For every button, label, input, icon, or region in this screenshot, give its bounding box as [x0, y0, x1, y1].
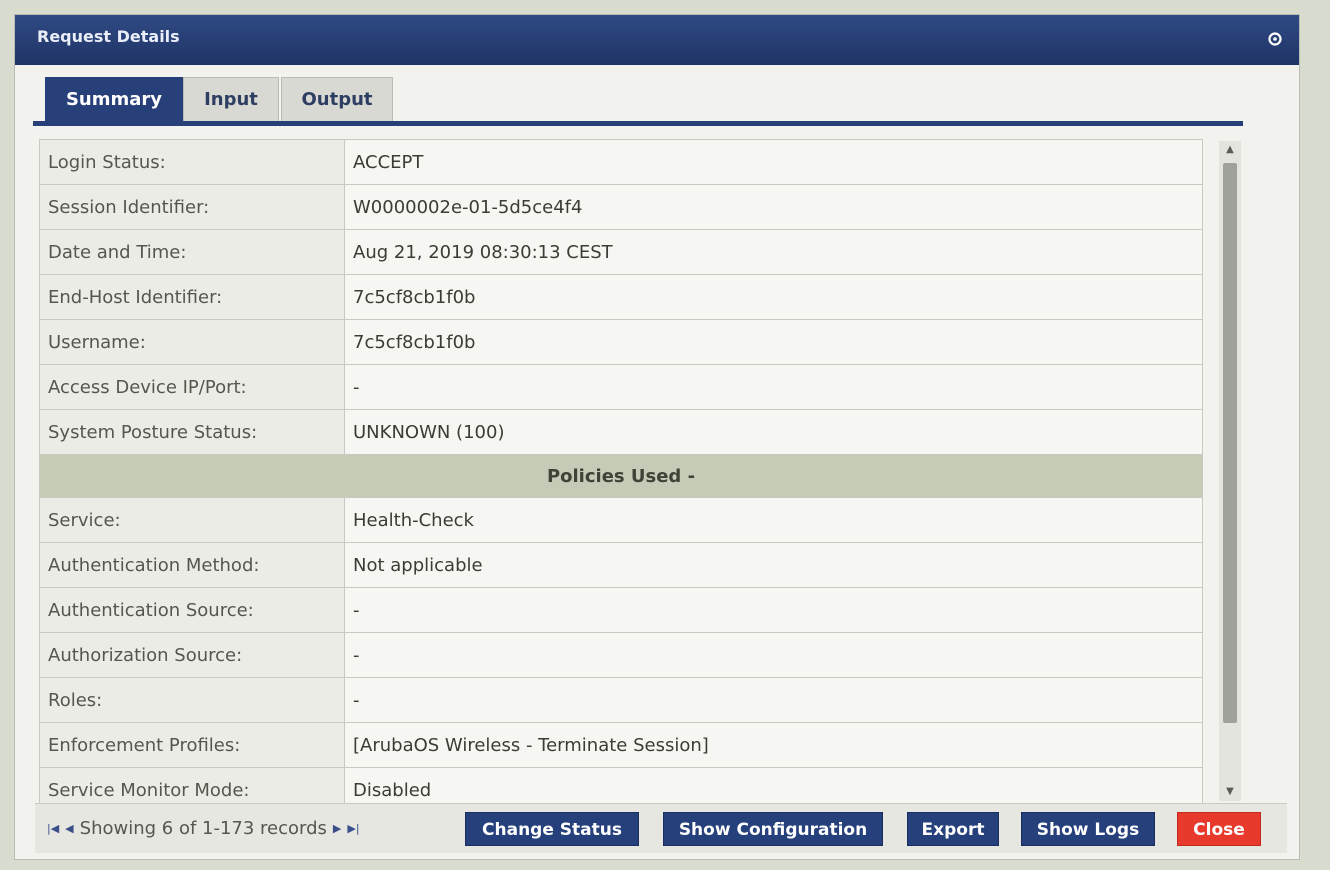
policies-section-header-row: Policies Used -	[40, 454, 1202, 498]
table-row: Enforcement Profiles: [ArubaOS Wireless …	[40, 722, 1202, 768]
table-row: End-Host Identifier: 7c5cf8cb1f0b	[40, 274, 1202, 320]
table-row: System Posture Status: UNKNOWN (100)	[40, 409, 1202, 455]
pager: |◀ ◀ Showing 6 of 1-173 records ▶ ▶|	[47, 818, 360, 839]
first-page-icon[interactable]: |◀	[47, 822, 59, 835]
request-details-window: Request Details Summary Input Output Log…	[14, 14, 1300, 860]
scroll-thumb[interactable]	[1223, 163, 1237, 723]
end-host-identifier-value: 7c5cf8cb1f0b	[344, 274, 1202, 320]
end-host-identifier-label: End-Host Identifier:	[40, 274, 345, 320]
authentication-method-value: Not applicable	[344, 542, 1202, 588]
username-value: 7c5cf8cb1f0b	[344, 319, 1202, 365]
authentication-source-value: -	[344, 587, 1202, 633]
scroll-up-arrow-icon[interactable]: ▲	[1219, 141, 1241, 159]
table-row: Roles: -	[40, 677, 1202, 723]
close-button[interactable]: Close	[1177, 812, 1261, 846]
details-table: Login Status: ACCEPT Session Identifier:…	[40, 139, 1202, 809]
table-row: Access Device IP/Port: -	[40, 364, 1202, 410]
vertical-scrollbar[interactable]: ▲ ▼	[1219, 141, 1241, 801]
date-time-value: Aug 21, 2019 08:30:13 CEST	[344, 229, 1202, 275]
enforcement-profiles-label: Enforcement Profiles:	[40, 722, 345, 768]
access-device-value: -	[344, 364, 1202, 410]
access-device-label: Access Device IP/Port:	[40, 364, 345, 410]
authentication-source-label: Authentication Source:	[40, 587, 345, 633]
table-row: Authorization Source: -	[40, 632, 1202, 678]
enforcement-profiles-value: [ArubaOS Wireless - Terminate Session]	[344, 722, 1202, 768]
authentication-method-label: Authentication Method:	[40, 542, 345, 588]
system-posture-status-label: System Posture Status:	[40, 409, 345, 455]
export-button[interactable]: Export	[907, 812, 999, 846]
service-value: Health-Check	[344, 497, 1202, 543]
roles-label: Roles:	[40, 677, 345, 723]
username-label: Username:	[40, 319, 345, 365]
table-row: Username: 7c5cf8cb1f0b	[40, 319, 1202, 365]
login-status-value: ACCEPT	[344, 139, 1202, 185]
system-posture-status-value: UNKNOWN (100)	[344, 409, 1202, 455]
table-row: Authentication Source: -	[40, 587, 1202, 633]
window-title: Request Details	[37, 27, 180, 46]
tab-input[interactable]: Input	[183, 77, 279, 121]
details-panel: Login Status: ACCEPT Session Identifier:…	[39, 139, 1203, 809]
table-row: Login Status: ACCEPT	[40, 139, 1202, 185]
change-status-button[interactable]: Change Status	[465, 812, 639, 846]
next-page-icon[interactable]: ▶	[333, 822, 341, 835]
policies-used-header: Policies Used -	[40, 454, 1202, 498]
roles-value: -	[344, 677, 1202, 723]
tab-output[interactable]: Output	[281, 77, 393, 121]
show-configuration-button[interactable]: Show Configuration	[663, 812, 883, 846]
last-page-icon[interactable]: ▶|	[347, 822, 359, 835]
session-identifier-label: Session Identifier:	[40, 184, 345, 230]
show-logs-button[interactable]: Show Logs	[1021, 812, 1155, 846]
session-identifier-value: W0000002e-01-5d5ce4f4	[344, 184, 1202, 230]
table-row: Session Identifier: W0000002e-01-5d5ce4f…	[40, 184, 1202, 230]
table-row: Date and Time: Aug 21, 2019 08:30:13 CES…	[40, 229, 1202, 275]
login-status-label: Login Status:	[40, 139, 345, 185]
authorization-source-label: Authorization Source:	[40, 632, 345, 678]
previous-page-icon[interactable]: ◀	[65, 822, 73, 835]
gear-icon[interactable]	[1267, 31, 1283, 47]
pager-status-text: Showing 6 of 1-173 records	[79, 818, 327, 839]
service-label: Service:	[40, 497, 345, 543]
authorization-source-value: -	[344, 632, 1202, 678]
window-titlebar: Request Details	[15, 15, 1299, 65]
footer-bar: |◀ ◀ Showing 6 of 1-173 records ▶ ▶| Cha…	[35, 803, 1287, 853]
table-row: Authentication Method: Not applicable	[40, 542, 1202, 588]
table-row: Service: Health-Check	[40, 497, 1202, 543]
tab-summary[interactable]: Summary	[45, 77, 183, 121]
scroll-down-arrow-icon[interactable]: ▼	[1219, 783, 1241, 801]
tab-underline	[33, 121, 1243, 126]
date-time-label: Date and Time:	[40, 229, 345, 275]
